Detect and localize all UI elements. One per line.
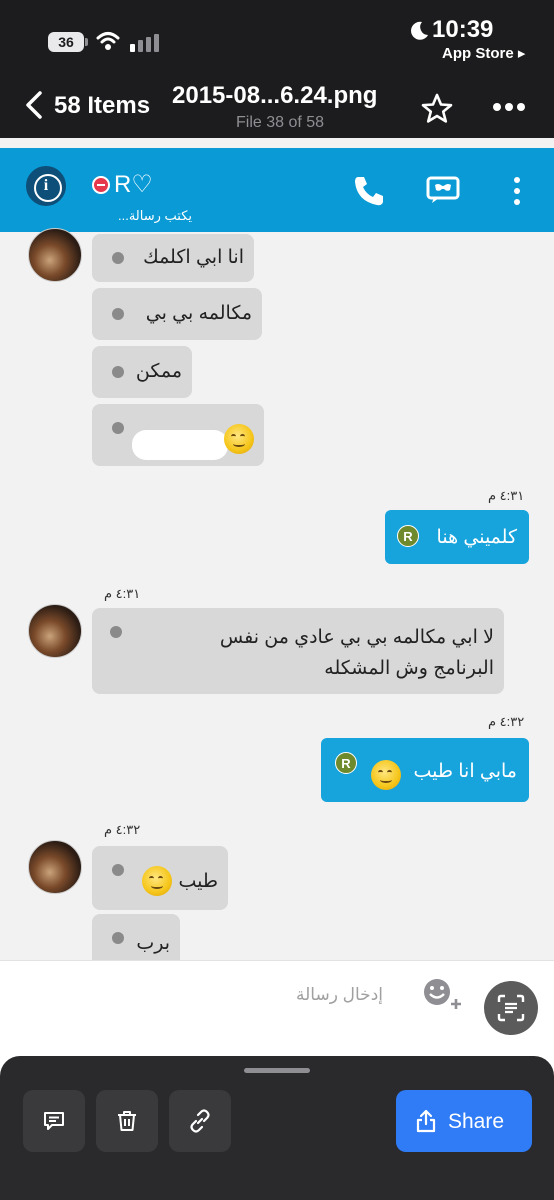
message-text: برب bbox=[136, 933, 170, 954]
phone-icon[interactable] bbox=[352, 174, 386, 208]
status-time: 10:39 bbox=[432, 16, 494, 43]
file-title: 2015-08...6.24.png bbox=[172, 82, 378, 109]
message-bubble-outgoing[interactable]: R كلميني هنا bbox=[385, 510, 529, 564]
message-time: ٤:٣٢ م bbox=[104, 822, 141, 837]
user-badge-icon: R bbox=[335, 752, 357, 774]
message-text: انا ابي اكلمك bbox=[143, 247, 244, 268]
message-text-line: البرنامج وش المشكله bbox=[324, 658, 494, 679]
star-icon[interactable] bbox=[420, 92, 454, 124]
status-bar: 36 10:39 App Store ▸ bbox=[0, 0, 554, 78]
relieved-emoji-icon bbox=[142, 866, 172, 896]
delete-button[interactable] bbox=[96, 1090, 158, 1152]
message-bubble-incoming[interactable]: لا ابي مكالمه بي بي عادي من نفس البرنامج… bbox=[92, 608, 504, 694]
thinking-emoji-icon bbox=[224, 424, 254, 454]
comment-icon bbox=[44, 1112, 64, 1130]
link-icon bbox=[190, 1109, 210, 1133]
chat-screenshot: i R♡ يكتب رسالة... انا ابي اكلمك مكالمه … bbox=[0, 138, 554, 1200]
more-icon[interactable] bbox=[492, 102, 526, 112]
trash-icon bbox=[118, 1111, 136, 1131]
sheet-handle[interactable] bbox=[244, 1068, 310, 1073]
message-status-dot bbox=[110, 626, 122, 638]
live-text-button[interactable] bbox=[484, 981, 538, 1035]
kebab-menu-icon[interactable] bbox=[510, 176, 524, 206]
copy-link-button[interactable] bbox=[169, 1090, 231, 1152]
contact-avatar bbox=[28, 228, 82, 282]
message-text-line: لا ابي مكالمه بي بي عادي من نفس bbox=[219, 627, 494, 648]
message-status-dot bbox=[112, 422, 124, 434]
message-bubble-incoming[interactable]: انا ابي اكلمك bbox=[92, 234, 254, 282]
info-icon: i bbox=[43, 177, 49, 194]
message-bubble-redacted[interactable] bbox=[92, 404, 264, 466]
contact-name: R♡ bbox=[114, 171, 153, 198]
message-time: ٤:٣٢ م bbox=[488, 714, 525, 729]
message-time: ٤:٣١ م bbox=[104, 586, 141, 601]
message-time: ٤:٣١ م bbox=[488, 488, 525, 503]
relieved-emoji-icon bbox=[371, 760, 401, 790]
files-header: 58 Items 2015-08...6.24.png File 38 of 5… bbox=[0, 78, 554, 138]
message-status-dot bbox=[112, 308, 124, 320]
user-badge-icon: R bbox=[397, 525, 419, 547]
contact-avatar bbox=[28, 604, 82, 658]
busy-status-icon bbox=[92, 176, 110, 194]
message-text: طيب bbox=[178, 871, 218, 892]
cellular-signal-icon bbox=[130, 34, 160, 52]
back-to-app-store[interactable]: App Store ▸ bbox=[442, 44, 525, 62]
message-status-dot bbox=[112, 932, 124, 944]
chevron-left-icon[interactable] bbox=[22, 90, 48, 120]
contact-avatar bbox=[28, 840, 82, 894]
share-button[interactable]: Share bbox=[396, 1090, 532, 1152]
message-text: مكالمه بي بي bbox=[145, 303, 252, 324]
message-bubble-incoming[interactable]: طيب bbox=[92, 846, 228, 910]
text-scan-icon bbox=[497, 994, 525, 1022]
redaction-mark bbox=[132, 430, 228, 460]
message-status-dot bbox=[112, 366, 124, 378]
message-text: مابي انا طيب bbox=[413, 761, 517, 782]
moon-icon bbox=[411, 21, 428, 40]
message-bubble-outgoing[interactable]: R مابي انا طيب bbox=[321, 738, 529, 802]
info-button[interactable]: i bbox=[24, 164, 68, 208]
file-actions-sheet: Share bbox=[0, 1056, 554, 1200]
message-status-dot bbox=[112, 864, 124, 876]
battery-icon: 36 bbox=[48, 32, 88, 52]
message-text: كلميني هنا bbox=[436, 527, 517, 548]
message-bubble-incoming[interactable]: ممكن bbox=[92, 346, 192, 398]
wifi-icon bbox=[96, 32, 120, 50]
share-label: Share bbox=[448, 1110, 505, 1133]
back-items-button[interactable]: 58 Items bbox=[54, 92, 150, 120]
message-bubble-incoming[interactable]: مكالمه بي بي bbox=[92, 288, 262, 340]
comment-button[interactable] bbox=[23, 1090, 85, 1152]
chat-header: i R♡ يكتب رسالة... bbox=[0, 148, 554, 232]
message-status-dot bbox=[112, 252, 124, 264]
add-emoji-icon[interactable] bbox=[420, 977, 466, 1011]
share-icon bbox=[416, 1109, 436, 1133]
typing-indicator: يكتب رسالة... bbox=[118, 208, 192, 223]
message-text: ممكن bbox=[135, 361, 182, 382]
file-position: File 38 of 58 bbox=[236, 114, 325, 131]
message-input[interactable]: إدخال رسالة bbox=[296, 985, 383, 1005]
video-chat-icon[interactable] bbox=[426, 172, 460, 206]
